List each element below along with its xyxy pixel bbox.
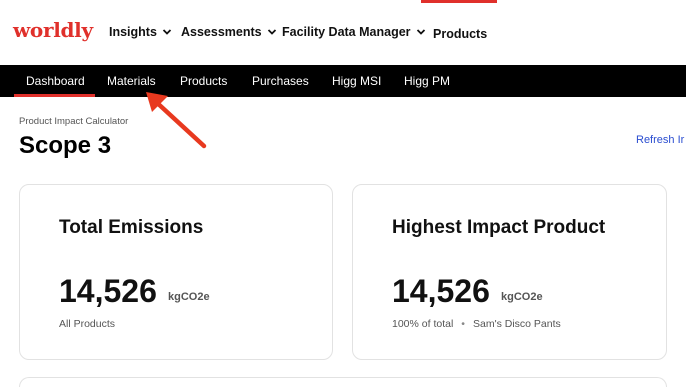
next-card-edge: [19, 377, 667, 387]
chevron-down-icon: [162, 29, 172, 35]
card-value: 14,526: [59, 273, 157, 309]
card-title: Highest Impact Product: [392, 217, 606, 238]
card-unit: kgCO2e: [168, 291, 210, 303]
page-eyebrow: Product Impact Calculator: [19, 116, 129, 127]
subnav-higg-msi[interactable]: Higg MSI: [332, 74, 381, 88]
subnav-purchases[interactable]: Purchases: [252, 74, 309, 88]
nav-assessments[interactable]: Assessments: [181, 25, 277, 39]
subnav-products[interactable]: Products: [180, 74, 227, 88]
nav-facility-data-manager-label: Facility Data Manager: [282, 25, 411, 39]
card-subtitle: All Products: [59, 318, 116, 330]
nav-assessments-label: Assessments: [181, 25, 262, 39]
nav-facility-data-manager[interactable]: Facility Data Manager: [282, 25, 426, 39]
active-nav-indicator: [421, 0, 497, 3]
card-subtitle: 100% of total • Sam's Disco Pants: [392, 318, 561, 330]
subnav-higg-pm[interactable]: Higg PM: [404, 74, 450, 88]
active-subnav-indicator: [14, 94, 95, 97]
page-title: Scope 3: [19, 132, 112, 159]
total-emissions-card: Total Emissions 14,526 kgCO2e All Produc…: [19, 184, 333, 360]
nav-products-label: Products: [433, 27, 488, 41]
chevron-down-icon: [267, 29, 276, 35]
nav-insights[interactable]: Insights: [109, 25, 172, 39]
red-arrow-icon: [146, 92, 207, 149]
top-navigation-bar: worldly Insights Assessments Facility Da…: [0, 0, 686, 65]
percent-of-total: 100% of total: [392, 318, 454, 330]
sub-navigation-bar: Dashboard Materials Products Purchases H…: [0, 65, 686, 97]
highest-impact-product-card: Highest Impact Product 14,526 kgCO2e 100…: [352, 184, 667, 360]
card-title: Total Emissions: [59, 217, 204, 238]
card-unit: kgCO2e: [501, 291, 543, 303]
subnav-dashboard[interactable]: Dashboard: [26, 74, 85, 88]
product-name[interactable]: Sam's Disco Pants: [473, 318, 561, 330]
nav-insights-label: Insights: [109, 25, 157, 39]
worldly-logo[interactable]: worldly: [13, 18, 93, 42]
refresh-link[interactable]: Refresh Ir: [636, 134, 684, 146]
card-value: 14,526: [392, 273, 490, 309]
nav-products[interactable]: Products: [433, 27, 487, 41]
separator-dot: •: [461, 318, 465, 330]
chevron-down-icon: [416, 29, 425, 35]
subnav-materials[interactable]: Materials: [107, 74, 156, 88]
